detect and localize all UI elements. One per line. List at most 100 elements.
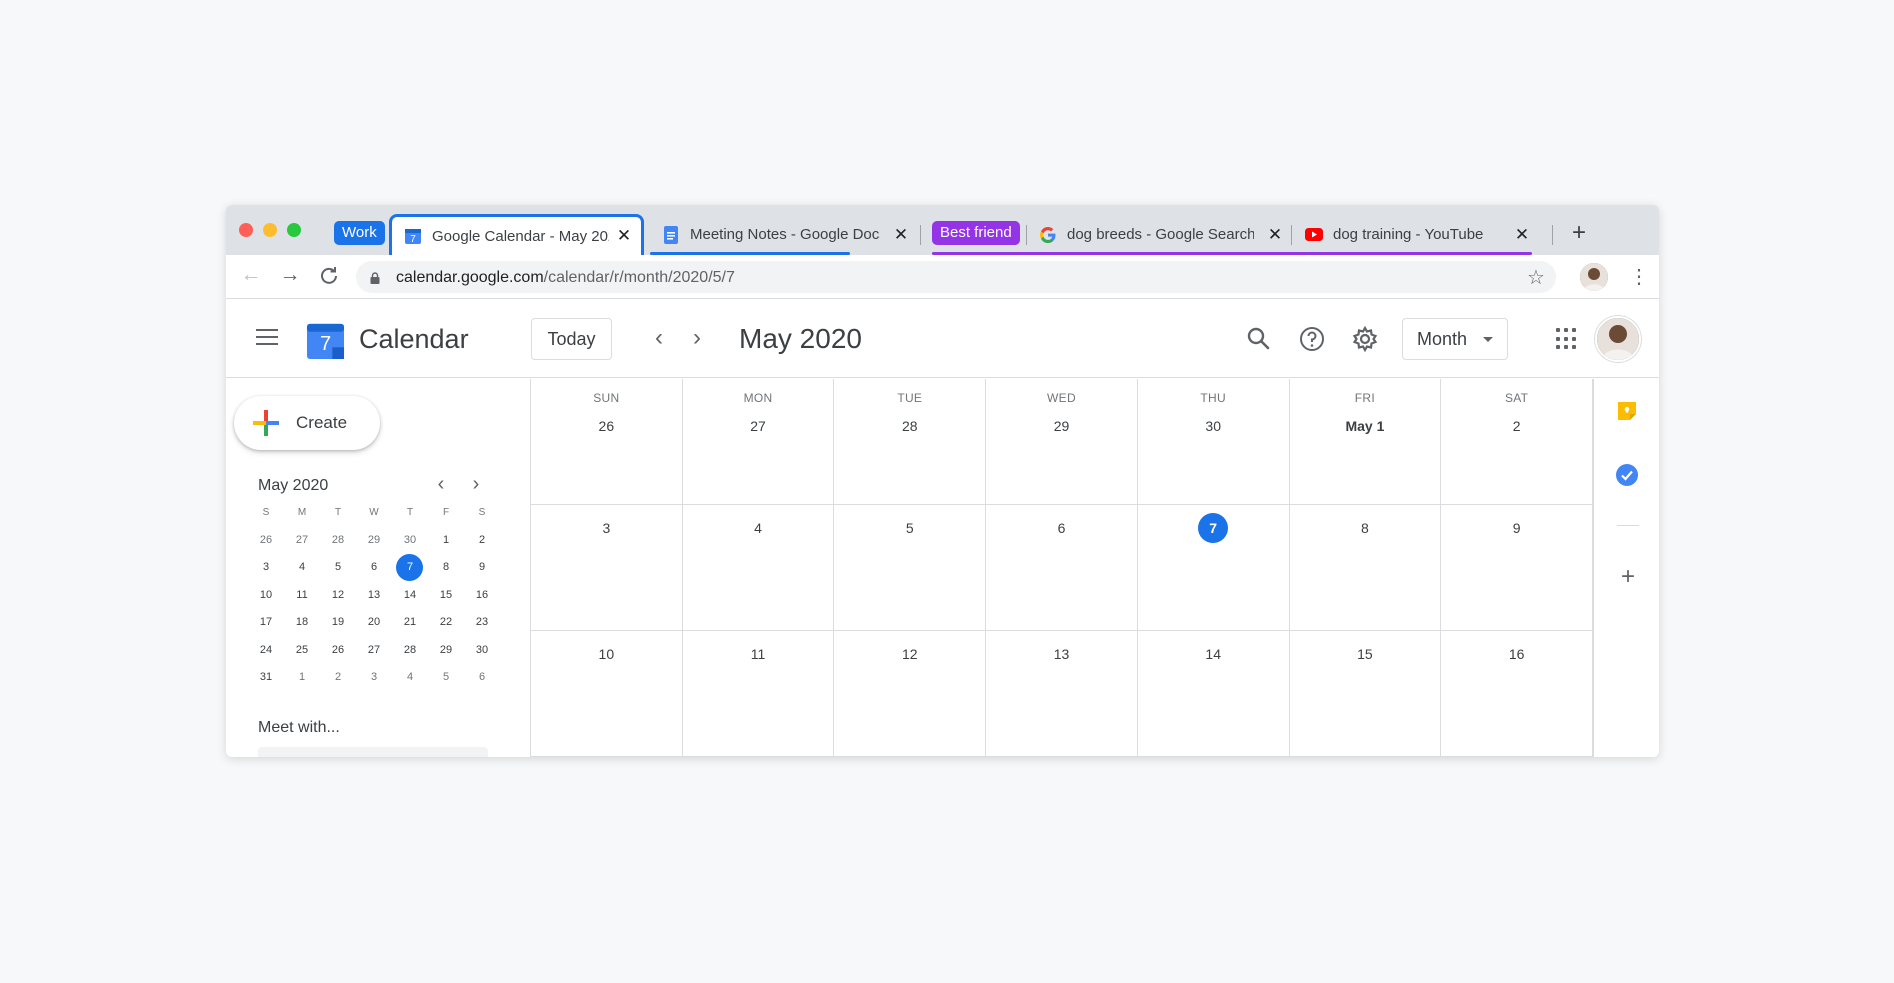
create-button[interactable]: Create: [234, 396, 380, 450]
mini-day[interactable]: 30: [464, 637, 500, 665]
mini-day[interactable]: 23: [464, 609, 500, 637]
mini-day[interactable]: 11: [284, 582, 320, 610]
settings-gear-icon[interactable]: [1350, 324, 1380, 354]
day-number[interactable]: 11: [743, 639, 773, 669]
tab-dog-training[interactable]: dog training - YouTube ✕: [1293, 214, 1539, 255]
day-number[interactable]: 16: [1502, 639, 1532, 669]
mini-day[interactable]: 31: [248, 664, 284, 692]
mini-day[interactable]: 6: [356, 554, 392, 582]
day-number[interactable]: 3: [591, 513, 621, 543]
day-cell[interactable]: 5: [834, 505, 987, 631]
tab-group-chip-best-friend[interactable]: Best friend: [932, 221, 1020, 245]
day-cell[interactable]: 14: [1137, 631, 1290, 757]
meet-with-input[interactable]: [258, 747, 488, 757]
day-cell[interactable]: SAT 2: [1441, 379, 1593, 505]
mini-day[interactable]: 18: [284, 609, 320, 637]
mini-day[interactable]: 5: [428, 664, 464, 692]
mini-previous-icon[interactable]: ‹: [431, 473, 451, 496]
day-number[interactable]: 15: [1350, 639, 1380, 669]
day-cell[interactable]: 7: [1137, 505, 1290, 631]
forward-arrow-icon[interactable]: →: [277, 263, 303, 287]
mini-day-today[interactable]: 7: [392, 554, 428, 582]
day-cell[interactable]: 4: [682, 505, 835, 631]
mini-day[interactable]: 10: [248, 582, 284, 610]
day-number[interactable]: 28: [895, 411, 925, 441]
mini-day[interactable]: 12: [320, 582, 356, 610]
mini-day[interactable]: 3: [356, 664, 392, 692]
mini-day[interactable]: 22: [428, 609, 464, 637]
profile-avatar[interactable]: [1580, 263, 1608, 291]
day-cell[interactable]: TUE 28: [834, 379, 987, 505]
tab-close-icon[interactable]: ✕: [1266, 225, 1284, 245]
mini-day[interactable]: 28: [392, 637, 428, 665]
tasks-icon[interactable]: [1615, 463, 1639, 487]
mini-day[interactable]: 28: [320, 527, 356, 555]
mini-day[interactable]: 16: [464, 582, 500, 610]
mini-day[interactable]: 26: [320, 637, 356, 665]
tab-google-calendar[interactable]: 7 Google Calendar - May 2020 ✕: [389, 214, 644, 255]
new-tab-button[interactable]: +: [1572, 219, 1586, 247]
keep-icon[interactable]: [1615, 399, 1639, 423]
next-period-icon[interactable]: ›: [685, 324, 709, 352]
day-cell[interactable]: 15: [1289, 631, 1442, 757]
mini-day[interactable]: 4: [284, 554, 320, 582]
back-arrow-icon[interactable]: ←: [238, 263, 264, 287]
day-number[interactable]: 2: [1502, 411, 1532, 441]
day-number[interactable]: 27: [743, 411, 773, 441]
day-number[interactable]: 9: [1502, 513, 1532, 543]
mini-next-icon[interactable]: ›: [466, 473, 486, 496]
day-number[interactable]: May 1: [1345, 411, 1384, 441]
day-number[interactable]: 4: [743, 513, 773, 543]
day-number[interactable]: 12: [895, 639, 925, 669]
day-number[interactable]: 5: [895, 513, 925, 543]
mini-day[interactable]: 8: [428, 554, 464, 582]
close-window-button[interactable]: [239, 223, 253, 237]
mini-day[interactable]: 30: [392, 527, 428, 555]
day-cell[interactable]: 10: [531, 631, 683, 757]
day-number[interactable]: 13: [1046, 639, 1076, 669]
mini-day[interactable]: 2: [464, 527, 500, 555]
day-number[interactable]: 30: [1198, 411, 1228, 441]
tab-group-chip-work[interactable]: Work: [334, 221, 385, 245]
day-cell[interactable]: 13: [986, 631, 1138, 757]
day-cell[interactable]: 6: [986, 505, 1138, 631]
mini-day[interactable]: 2: [320, 664, 356, 692]
mini-day[interactable]: 9: [464, 554, 500, 582]
mini-day[interactable]: 6: [464, 664, 500, 692]
day-number[interactable]: 14: [1198, 639, 1228, 669]
day-cell[interactable]: 16: [1441, 631, 1593, 757]
mini-day[interactable]: 14: [392, 582, 428, 610]
today-button[interactable]: Today: [531, 318, 612, 360]
add-addon-icon[interactable]: +: [1616, 563, 1640, 591]
view-selector[interactable]: Month: [1402, 318, 1508, 360]
mini-day[interactable]: 1: [284, 664, 320, 692]
day-cell[interactable]: 3: [531, 505, 683, 631]
reload-icon[interactable]: [316, 262, 342, 292]
mini-day[interactable]: 27: [284, 527, 320, 555]
day-cell[interactable]: 11: [682, 631, 835, 757]
previous-period-icon[interactable]: ‹: [647, 324, 671, 352]
day-cell[interactable]: WED 29: [986, 379, 1138, 505]
mini-day[interactable]: 17: [248, 609, 284, 637]
mini-day[interactable]: 15: [428, 582, 464, 610]
day-cell[interactable]: 12: [834, 631, 987, 757]
day-number[interactable]: 29: [1046, 411, 1076, 441]
day-cell[interactable]: THU 30: [1137, 379, 1290, 505]
mini-day[interactable]: 13: [356, 582, 392, 610]
mini-day[interactable]: 4: [392, 664, 428, 692]
mini-day[interactable]: 29: [428, 637, 464, 665]
zoom-window-button[interactable]: [287, 223, 301, 237]
browser-menu-icon[interactable]: ⋮: [1629, 264, 1649, 289]
day-cell[interactable]: SUN 26: [531, 379, 683, 505]
day-number[interactable]: 10: [591, 639, 621, 669]
day-number[interactable]: 26: [591, 411, 621, 441]
mini-day[interactable]: 21: [392, 609, 428, 637]
address-bar[interactable]: calendar.google.com/calendar/r/month/202…: [356, 261, 1556, 293]
tab-close-icon[interactable]: ✕: [892, 225, 910, 245]
mini-day[interactable]: 5: [320, 554, 356, 582]
mini-day[interactable]: 25: [284, 637, 320, 665]
minimize-window-button[interactable]: [263, 223, 277, 237]
search-icon[interactable]: [1244, 324, 1274, 354]
help-icon[interactable]: [1297, 324, 1327, 354]
tab-close-icon[interactable]: ✕: [1513, 225, 1531, 245]
